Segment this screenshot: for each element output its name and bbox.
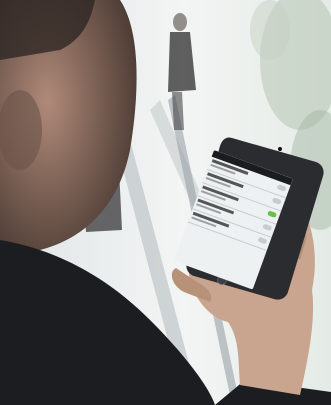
toggle-switch[interactable]: [257, 236, 268, 245]
toggle-switch[interactable]: [266, 210, 278, 219]
toggle-switch[interactable]: [271, 197, 282, 205]
toggle-switch[interactable]: [262, 223, 273, 232]
toggle-switch[interactable]: [276, 184, 287, 192]
photo-scene: [0, 0, 331, 405]
